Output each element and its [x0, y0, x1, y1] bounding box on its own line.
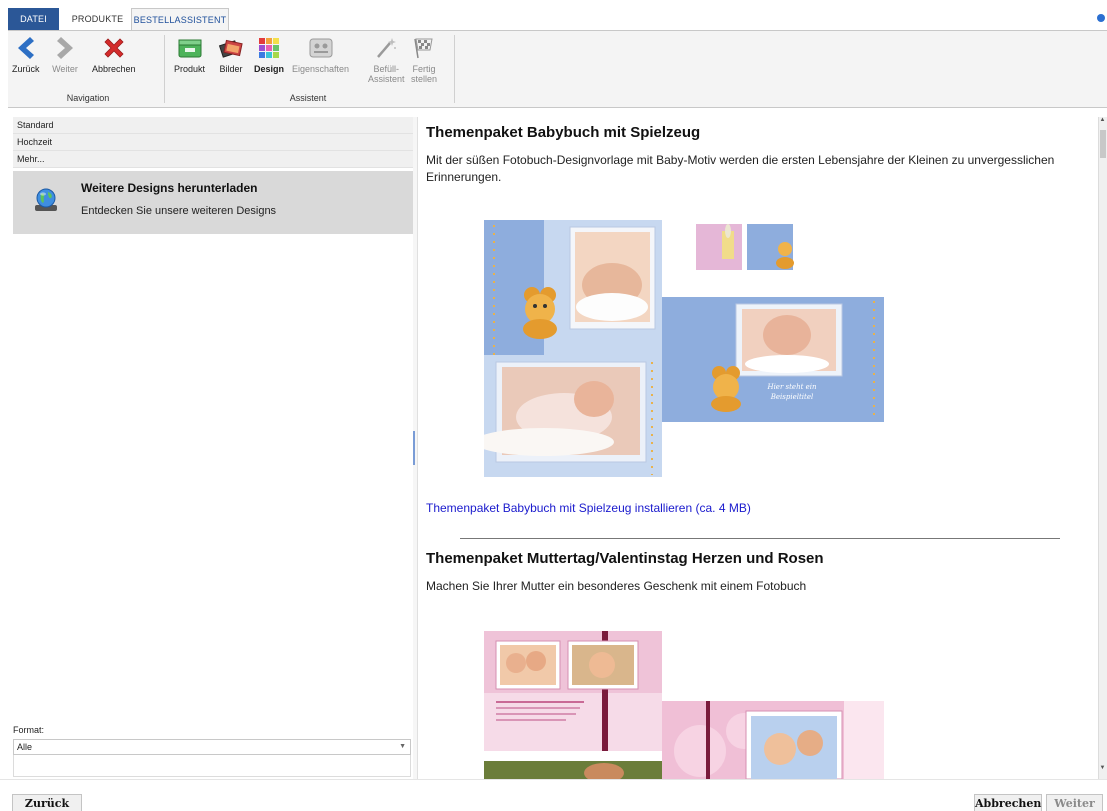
install-babybuch-link[interactable]: Themenpaket Babybuch mit Spielzeug insta… — [426, 501, 751, 515]
arrow-right-icon — [52, 35, 78, 61]
category-mehr[interactable]: Mehr... — [13, 151, 413, 168]
ribbon-befuell-label-1: Befüll- — [373, 64, 400, 74]
ribbon-cancel-label: Abbrechen — [92, 64, 136, 74]
design-category-panel: Standard Hochzeit Mehr... Weitere Design… — [13, 117, 413, 779]
footer-cancel-button[interactable]: Abbrechen — [974, 794, 1042, 811]
ribbon-tabstrip: DATEI PRODUKTE BESTELLASSISTENT — [0, 0, 1107, 31]
format-dropdown[interactable]: Alle ▼ — [13, 739, 411, 755]
product-box-icon — [177, 35, 203, 61]
wizard-footer: Zurück Abbrechen Weiter — [0, 779, 1107, 811]
globe-icon — [33, 187, 59, 213]
category-hochzeit[interactable]: Hochzeit — [13, 134, 413, 151]
ribbon-eigenschaften-button[interactable]: Eigenschaften — [292, 35, 349, 74]
scroll-up-arrow-icon[interactable]: ▲ — [1098, 117, 1107, 129]
ribbon-fertigstellen-button[interactable]: Fertig stellen — [411, 35, 437, 84]
ribbon-back-button[interactable]: Zurück — [12, 35, 40, 74]
close-x-icon — [101, 35, 127, 61]
download-more-designs[interactable]: Weitere Designs herunterladen Entdecken … — [13, 171, 413, 234]
ribbon-design-button[interactable]: Design — [254, 35, 284, 74]
content-scrollbar[interactable] — [1098, 117, 1107, 779]
download-title: Weitere Designs herunterladen — [81, 181, 258, 195]
checkered-flag-icon — [411, 35, 437, 61]
ribbon-fertig-label-2: stellen — [411, 74, 438, 84]
ribbon-produkt-label: Produkt — [174, 64, 206, 74]
ribbon-befuell-label-2: Assistent — [368, 74, 405, 84]
properties-icon — [308, 35, 334, 61]
arrow-left-icon — [13, 35, 39, 61]
preview-caption-1: Hier steht ein — [766, 383, 817, 391]
footer-back-button[interactable]: Zurück — [12, 794, 82, 811]
splitter-handle[interactable] — [413, 431, 416, 465]
chevron-down-icon: ▼ — [399, 743, 406, 750]
photos-icon — [218, 35, 244, 61]
magic-wand-icon — [373, 35, 399, 61]
muttertag-preview-image — [484, 631, 884, 779]
ribbon-next-label: Weiter — [52, 64, 78, 74]
ribbon-next-button[interactable]: Weiter — [52, 35, 78, 74]
ribbon-cancel-button[interactable]: Abbrechen — [92, 35, 136, 74]
help-icon[interactable] — [1097, 14, 1105, 22]
scroll-down-arrow-icon[interactable]: ▼ — [1098, 765, 1107, 777]
group-label-assistent: Assistent — [289, 93, 327, 103]
ribbon-bilder-button[interactable]: Bilder — [218, 35, 244, 74]
item2-description: Machen Sie Ihrer Mutter ein besonderes G… — [426, 579, 807, 593]
scrollbar-thumb[interactable] — [1100, 130, 1106, 158]
ribbon-bilder-label: Bilder — [219, 64, 243, 74]
format-label: Format: — [13, 725, 45, 735]
item1-title: Themenpaket Babybuch mit Spielzeug — [426, 124, 701, 141]
category-standard[interactable]: Standard — [13, 117, 413, 134]
tab-datei[interactable]: DATEI — [8, 8, 59, 30]
format-list-area — [13, 755, 411, 777]
preview-caption-2: Beispieltitel — [770, 393, 813, 401]
item2-title: Themenpaket Muttertag/Valentinstag Herze… — [426, 550, 824, 567]
ribbon-eigenschaften-label: Eigenschaften — [292, 64, 350, 74]
ribbon-separator — [164, 35, 165, 103]
download-subtitle: Entdecken Sie unsere weiteren Designs — [81, 205, 277, 217]
color-palette-icon — [256, 35, 282, 61]
tab-bestellassistent[interactable]: BESTELLASSISTENT — [131, 8, 229, 31]
design-details-pane: Themenpaket Babybuch mit Spielzeug Mit d… — [417, 117, 1098, 779]
section-divider — [460, 538, 1060, 539]
ribbon: Zurück Weiter Abbrechen Navigation Produ… — [8, 30, 1107, 108]
tab-produkte[interactable]: PRODUKTE — [66, 8, 129, 30]
ribbon-produkt-button[interactable]: Produkt — [174, 35, 205, 74]
item1-description: Mit der süßen Fotobuch-Designvorlage mit… — [426, 153, 1055, 184]
format-dropdown-value: Alle — [17, 742, 33, 752]
babybuch-preview-image: Hier steht ein Beispieltitel — [484, 220, 884, 477]
footer-next-button[interactable]: Weiter — [1046, 794, 1103, 811]
group-label-navigation: Navigation — [66, 93, 110, 103]
ribbon-fertig-label-1: Fertig — [412, 64, 436, 74]
ribbon-back-label: Zurück — [12, 64, 40, 74]
ribbon-design-label: Design — [254, 64, 285, 74]
ribbon-separator — [454, 35, 455, 103]
ribbon-befuell-assistent-button[interactable]: Befüll- Assistent — [368, 35, 405, 84]
